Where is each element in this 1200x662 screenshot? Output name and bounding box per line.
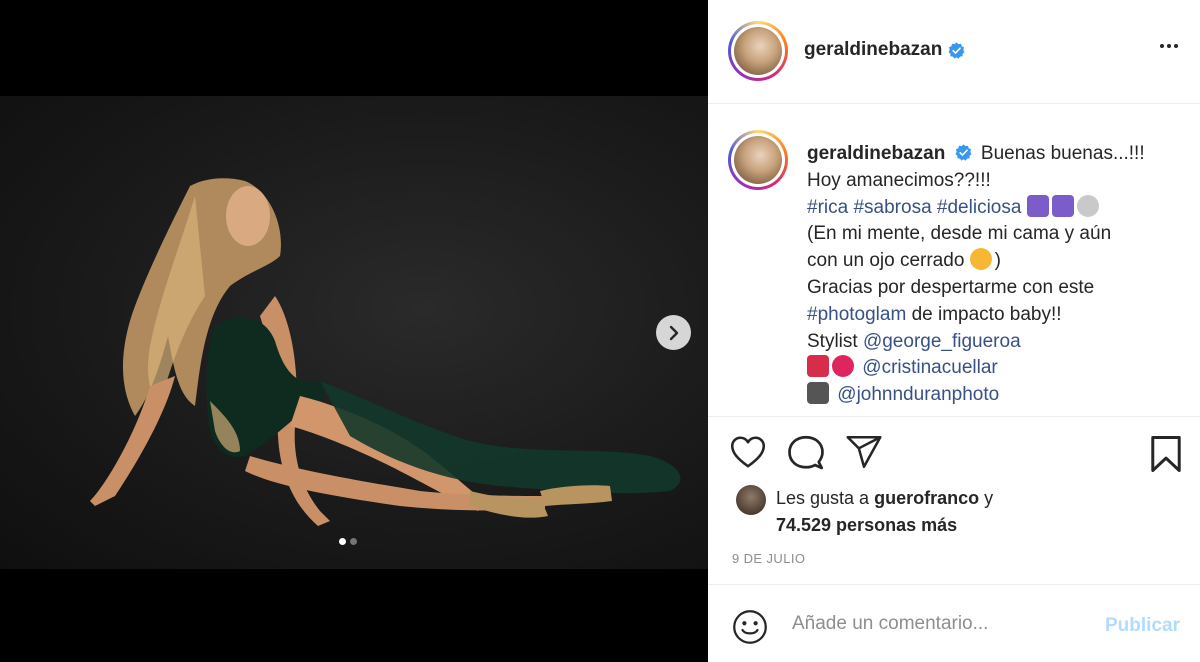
music-notes-emoji-icon (1026, 194, 1049, 217)
caption-line: Hoy amanecimos??!!! (807, 169, 991, 191)
mention-link[interactable]: @cristinacuellar (862, 357, 997, 378)
comment-bar: Publicar (708, 584, 1200, 662)
caption-author-avatar[interactable] (728, 130, 788, 190)
hashtag-link[interactable]: #photoglam (807, 304, 906, 325)
author-avatar[interactable] (728, 21, 788, 81)
winking-tongue-emoji-icon (969, 248, 992, 271)
author-username[interactable]: geraldinebazan (804, 39, 942, 61)
microphone-emoji-icon (1076, 194, 1099, 217)
caption-line: Stylist (807, 330, 863, 352)
share-send-icon[interactable] (846, 435, 882, 469)
verified-badge-icon (955, 144, 972, 161)
likes-count[interactable]: 74.529 personas más (776, 515, 957, 535)
comment-bubble-icon[interactable] (788, 435, 824, 471)
like-heart-icon[interactable] (730, 435, 766, 469)
caption-line: ) (994, 250, 1001, 272)
caption-line: con un ojo cerrado (807, 250, 965, 272)
kiss-mark-emoji-icon (832, 355, 854, 378)
carousel-dot-active (339, 538, 346, 545)
publish-button[interactable]: Publicar (1105, 615, 1180, 637)
mention-link[interactable]: @johnnduranphoto (837, 384, 999, 405)
liker-username[interactable]: guerofranco (874, 488, 979, 508)
lipstick-emoji-icon (807, 355, 829, 378)
mention-link[interactable]: @george_figueroa (863, 331, 1021, 352)
bookmark-icon[interactable] (1149, 435, 1183, 473)
carousel-dot (350, 538, 357, 545)
caption-line: de impacto baby!! (906, 303, 1062, 325)
carousel-indicator (339, 538, 357, 545)
likes-summary: Les gusta a guerofranco y 74.529 persona… (736, 485, 993, 539)
caption-section: geraldinebazan Buenas buenas...!!! Hoy a… (708, 105, 1200, 416)
hashtag-link[interactable]: #deliciosa (937, 197, 1022, 218)
chevron-right-icon (669, 325, 678, 340)
post-header: geraldinebazan (708, 0, 1200, 104)
caption-line: Buenas buenas...!!! (980, 143, 1145, 164)
post-caption: geraldinebazan Buenas buenas...!!! Hoy a… (807, 141, 1177, 409)
media-panel (0, 0, 708, 662)
verified-badge-icon (948, 41, 965, 59)
instagram-post-modal: geraldinebazan geraldinebazan Buenas bue… (0, 0, 1200, 662)
likes-prefix: Les gusta a (776, 488, 875, 508)
caption-line: (En mi mente, desde mi cama y aún (807, 223, 1112, 245)
likes-conj: y (979, 488, 994, 508)
save-bookmark-button[interactable] (1149, 435, 1183, 473)
post-actions: Les gusta a guerofranco y 74.529 persona… (708, 416, 1200, 584)
photo-illustration (90, 178, 681, 526)
more-options-button[interactable] (1160, 44, 1178, 48)
hashtag-link[interactable]: #sabrosa (853, 197, 931, 218)
liker-avatar[interactable] (736, 485, 766, 515)
next-slide-button[interactable] (656, 315, 691, 350)
post-side-panel: geraldinebazan geraldinebazan Buenas bue… (708, 0, 1200, 662)
post-photo[interactable] (0, 96, 708, 569)
caption-username[interactable]: geraldinebazan (807, 143, 945, 164)
hashtag-link[interactable]: #rica (807, 197, 848, 218)
caption-line: Gracias por despertarme con este (807, 276, 1095, 298)
camera-emoji-icon (807, 382, 829, 405)
emoji-picker-icon[interactable] (732, 609, 768, 645)
comment-input[interactable] (792, 613, 1092, 635)
musical-note-emoji-icon (1051, 194, 1074, 217)
post-date[interactable]: 9 DE JULIO (732, 551, 805, 566)
